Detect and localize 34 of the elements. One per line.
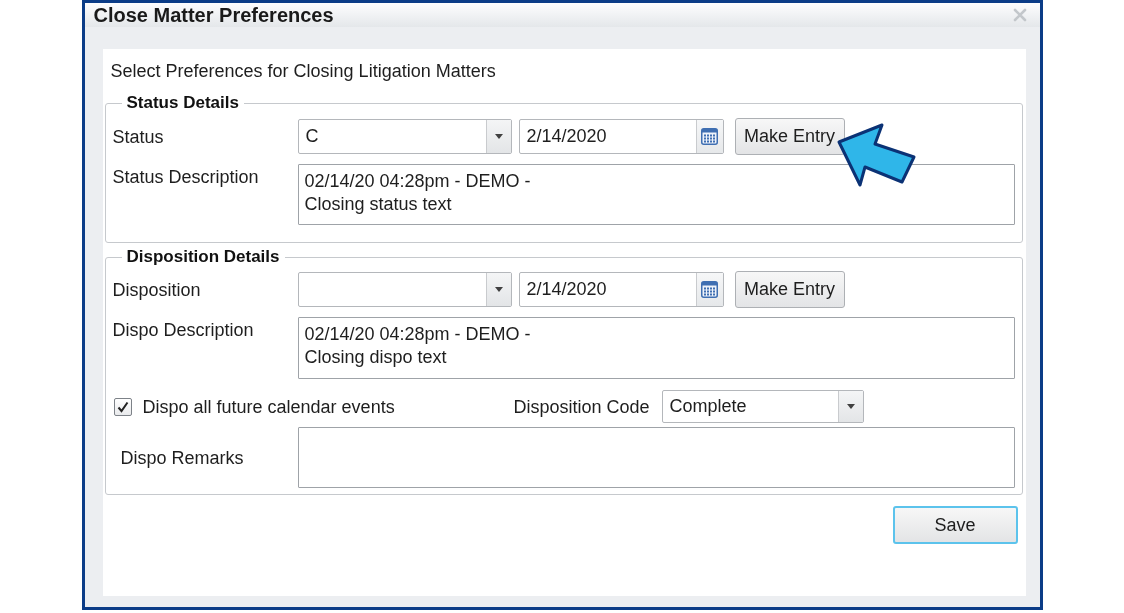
caret-icon [494, 134, 503, 139]
calendar-icon [701, 128, 718, 145]
save-button[interactable]: Save [892, 506, 1018, 544]
field-label: Dispo Remarks [119, 446, 245, 469]
date-field[interactable]: 2/14/2020 [518, 272, 724, 307]
field-label: Disposition [112, 278, 202, 301]
caret-icon [494, 287, 503, 292]
dropdown-button[interactable] [485, 273, 511, 306]
checkbox[interactable] [113, 397, 132, 416]
field-label: Disposition Code [513, 395, 650, 418]
caret-icon [846, 404, 855, 409]
dropdown-field[interactable]: Complete [661, 390, 864, 423]
field-label: Dispo Description [112, 319, 255, 341]
intro-text: Select Preferences for Closing Litigation Matters [109, 60, 497, 82]
remarks-field[interactable] [297, 427, 1015, 488]
checkbox-label[interactable]: Dispo all future calendar events [142, 395, 395, 418]
description-field[interactable]: 02/14/20 04:28pm - DEMO - Closing dispo text [297, 317, 1015, 379]
calendar-button[interactable] [695, 273, 723, 306]
make-entry-button[interactable]: Make Entry [734, 118, 845, 155]
group-title: Disposition Details [125, 246, 281, 268]
calendar-button[interactable] [695, 120, 723, 153]
dropdown-field[interactable]: C [297, 119, 512, 154]
make-entry-button[interactable]: Make Entry [734, 271, 845, 308]
dropdown-field[interactable] [297, 272, 512, 307]
description-field[interactable]: 02/14/20 04:28pm - DEMO - Closing status text [297, 164, 1015, 225]
calendar-icon [701, 281, 718, 298]
date-field[interactable]: 2/14/2020 [518, 119, 724, 154]
field-label: Status Description [112, 166, 260, 188]
group-title: Status Details [125, 92, 240, 114]
checkmark-icon [116, 400, 129, 413]
dropdown-button[interactable] [485, 120, 511, 153]
field-label: Status [112, 125, 165, 148]
dropdown-button[interactable] [837, 391, 863, 422]
window-title: Close Matter Preferences [93, 3, 334, 27]
